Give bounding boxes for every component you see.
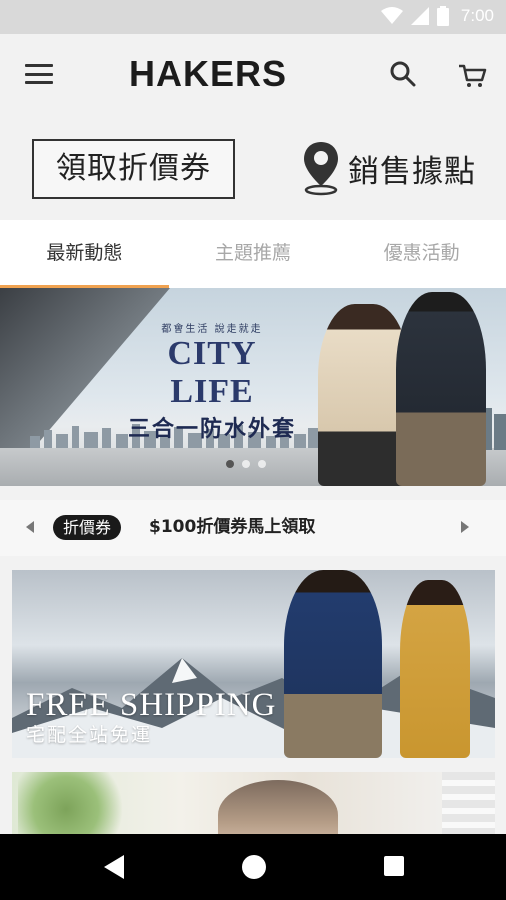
app-bar: HAKERS xyxy=(0,34,506,116)
coupon-tag: 折價券 xyxy=(53,515,122,540)
promo-card-free-shipping[interactable]: FREE SHIPPING 宅配全站免運 xyxy=(12,570,495,758)
hero-banner[interactable]: 都會生活 說走就走 CITY LIFE 三合一防水外套 xyxy=(0,288,506,486)
promo-text: FREE SHIPPING 宅配全站免運 xyxy=(26,688,276,748)
promo-title: FREE SHIPPING xyxy=(26,687,277,723)
action-row: 領取折價券 銷售據點 xyxy=(0,116,506,220)
battery-icon xyxy=(436,6,449,26)
hero-subtitle: 都會生活 說走就走 xyxy=(161,324,263,335)
hero-tagline: 三合一防水外套 xyxy=(127,416,296,442)
carousel-dot[interactable] xyxy=(226,460,234,468)
promo-subtitle: 宅配全站免運 xyxy=(26,724,153,746)
back-icon[interactable] xyxy=(104,855,124,879)
store-locator-label: 銷售據點 xyxy=(348,153,476,190)
tab-bar: 最新動態 主題推薦 優惠活動 xyxy=(0,220,506,288)
announcement-text[interactable]: $100折價券馬上領取 xyxy=(149,515,315,540)
signal-icon xyxy=(410,7,429,25)
model-man-figure xyxy=(396,292,486,486)
wifi-icon xyxy=(380,7,403,24)
next-arrow-icon[interactable] xyxy=(461,521,469,533)
location-pin-icon xyxy=(304,142,338,196)
carousel-indicators xyxy=(226,460,266,468)
status-time: 7:00 xyxy=(460,6,494,25)
brand-logo[interactable]: HAKERS xyxy=(120,52,296,96)
cart-icon[interactable] xyxy=(456,58,490,92)
window-graphic xyxy=(442,772,495,834)
status-icons: 7:00 xyxy=(380,6,494,26)
carousel-dot[interactable] xyxy=(258,460,266,468)
model-woman-figure xyxy=(400,580,470,758)
recent-apps-icon[interactable] xyxy=(384,856,404,876)
hero-text: 都會生活 說走就走 CITY LIFE 三合一防水外套 xyxy=(122,320,302,443)
promo-card-2[interactable] xyxy=(12,772,495,834)
home-icon[interactable] xyxy=(242,855,266,879)
announcement-bar[interactable]: 折價券 $100折價券馬上領取 xyxy=(0,500,506,556)
tab-promotions[interactable]: 優惠活動 xyxy=(337,220,506,288)
menu-icon[interactable] xyxy=(22,59,56,89)
tab-latest[interactable]: 最新動態 xyxy=(0,220,169,288)
coupon-button[interactable]: 領取折價券 xyxy=(32,139,235,199)
search-icon[interactable] xyxy=(386,58,420,92)
status-bar: 7:00 xyxy=(0,0,506,34)
store-locator-link[interactable]: 銷售據點 xyxy=(302,136,476,200)
prev-arrow-icon[interactable] xyxy=(26,521,34,533)
model-head-figure xyxy=(218,780,338,834)
tab-featured[interactable]: 主題推薦 xyxy=(169,220,338,288)
hero-title: CITY LIFE xyxy=(167,335,257,410)
carousel-dot[interactable] xyxy=(242,460,250,468)
model-man-figure xyxy=(284,570,382,758)
system-nav-bar xyxy=(0,834,506,900)
plant-graphic xyxy=(18,772,138,834)
